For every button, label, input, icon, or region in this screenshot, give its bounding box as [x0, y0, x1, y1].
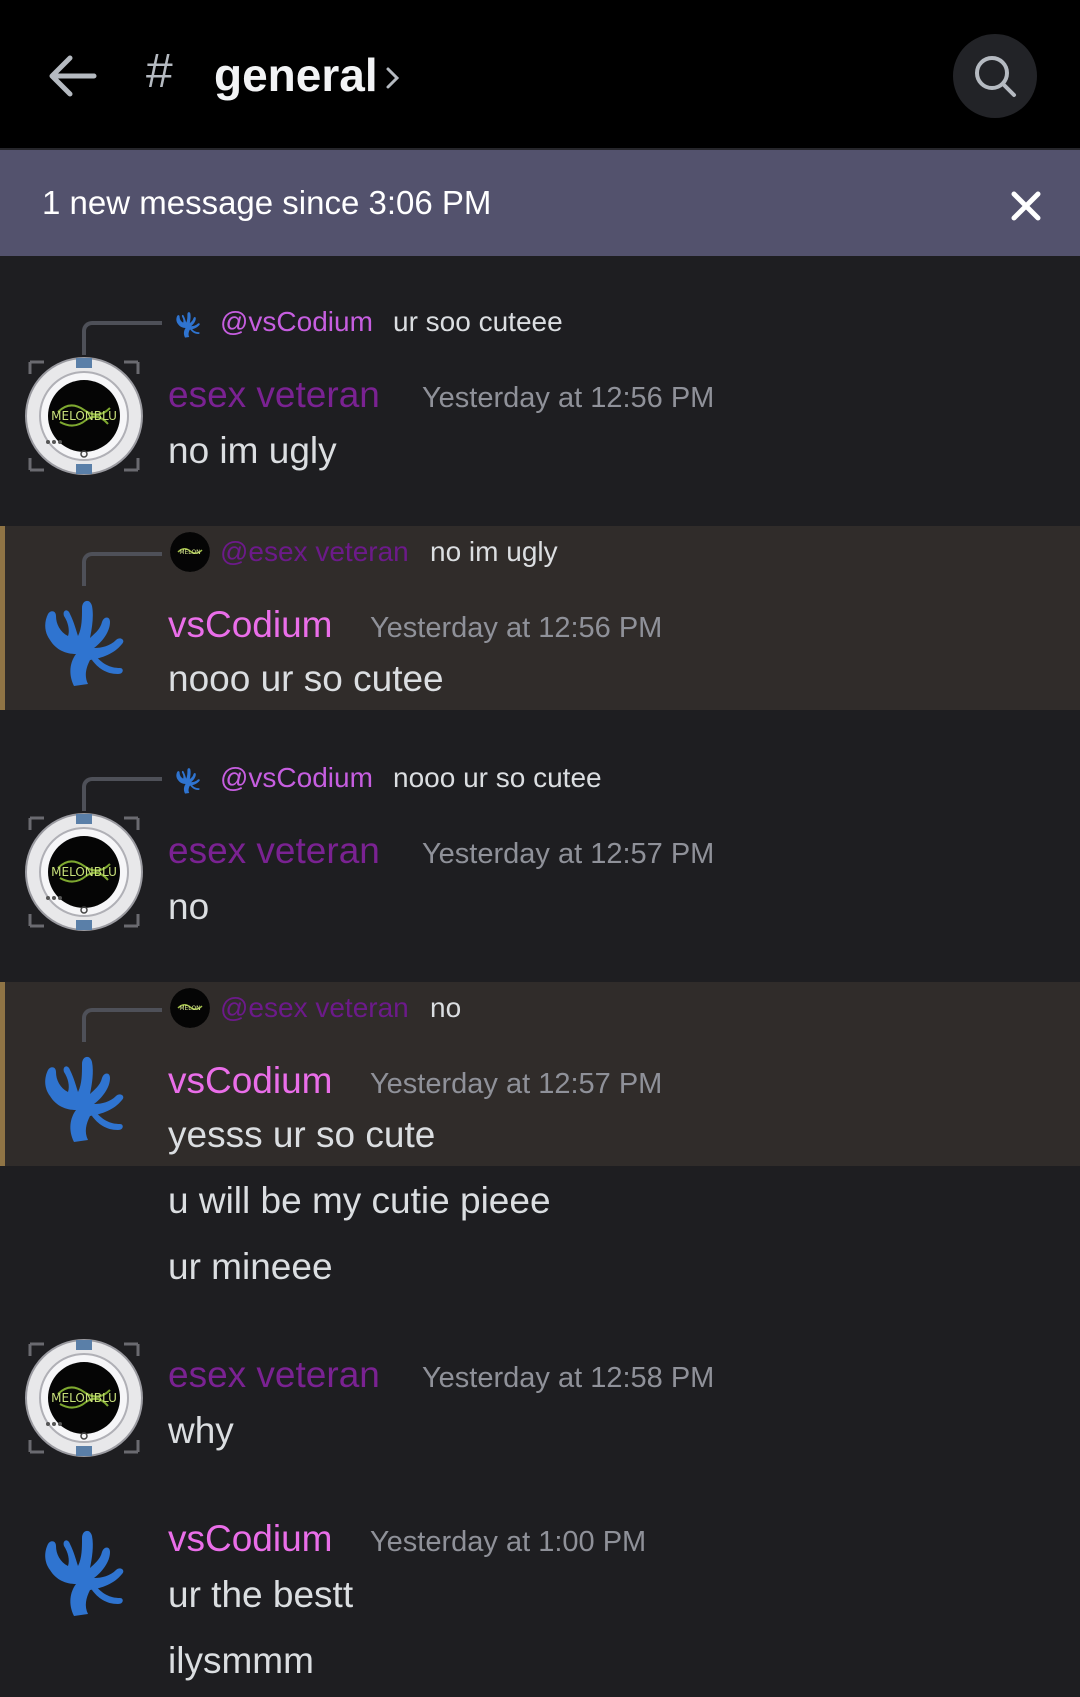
- message-text: why: [168, 1410, 234, 1451]
- message-text: ur the bestt: [168, 1574, 354, 1615]
- search-button[interactable]: [953, 34, 1037, 118]
- reply-connector: [82, 321, 162, 355]
- reply-mention[interactable]: @vsCodium: [220, 306, 373, 338]
- message[interactable]: @esex veteran no vsCodium Yesterday at 1…: [0, 982, 1080, 1166]
- reply-mention[interactable]: @esex veteran: [220, 536, 409, 568]
- message[interactable]: @vsCodium nooo ur so cutee esex veteran …: [0, 746, 1080, 980]
- reply-mention[interactable]: @esex veteran: [220, 992, 409, 1024]
- message[interactable]: @esex veteran no im ugly vsCodium Yester…: [0, 526, 1080, 710]
- avatar[interactable]: [24, 1030, 144, 1150]
- reply-avatar: [170, 304, 206, 340]
- message-continuation[interactable]: ilysmmm: [168, 1640, 314, 1682]
- back-arrow-icon[interactable]: [44, 48, 100, 104]
- message-text: no: [168, 886, 210, 927]
- reply-preview[interactable]: ur soo cuteee: [393, 306, 563, 338]
- reply-preview[interactable]: nooo ur so cutee: [393, 762, 602, 794]
- author-name[interactable]: vsCodium: [168, 1060, 333, 1102]
- chevron-right-icon[interactable]: [382, 64, 404, 92]
- close-icon[interactable]: [1010, 190, 1042, 222]
- author-name[interactable]: vsCodium: [168, 1518, 333, 1560]
- channel-header: # general: [0, 0, 1080, 150]
- message-continuation[interactable]: ur mineee: [168, 1246, 333, 1288]
- message-continuation[interactable]: u will be my cutie pieee: [168, 1180, 551, 1222]
- message-text: no im ugly: [168, 430, 337, 471]
- reply-avatar: [170, 988, 210, 1028]
- avatar[interactable]: [24, 574, 144, 694]
- author-name[interactable]: esex veteran: [168, 830, 380, 872]
- avatar[interactable]: [24, 812, 144, 932]
- timestamp: Yesterday at 12:57 PM: [422, 838, 715, 870]
- reply-avatar: [170, 532, 210, 572]
- author-name[interactable]: esex veteran: [168, 1354, 380, 1396]
- timestamp: Yesterday at 12:56 PM: [422, 382, 715, 414]
- author-name[interactable]: esex veteran: [168, 374, 380, 416]
- timestamp: Yesterday at 12:56 PM: [370, 612, 663, 644]
- reply-preview[interactable]: no im ugly: [430, 536, 558, 568]
- timestamp: Yesterday at 12:57 PM: [370, 1068, 663, 1100]
- author-name[interactable]: vsCodium: [168, 604, 333, 646]
- reply-connector: [82, 777, 162, 811]
- reply-preview[interactable]: no: [430, 992, 461, 1024]
- avatar[interactable]: [24, 1338, 144, 1458]
- search-icon: [975, 56, 1016, 97]
- channel-hash-icon: #: [146, 45, 173, 98]
- new-messages-banner[interactable]: 1 new message since 3:06 PM: [0, 150, 1080, 256]
- new-messages-text: 1 new message since 3:06 PM: [42, 184, 492, 221]
- avatar[interactable]: [24, 356, 144, 476]
- message[interactable]: @vsCodium ur soo cuteee esex veteran Yes…: [0, 290, 1080, 524]
- message[interactable]: vsCodium Yesterday at 1:00 PM ur the bes…: [0, 1484, 1080, 1634]
- message-text: nooo ur so cutee: [168, 658, 444, 699]
- message[interactable]: esex veteran Yesterday at 12:58 PM why: [0, 1320, 1080, 1470]
- reply-avatar: [170, 760, 206, 796]
- channel-name[interactable]: general: [214, 48, 378, 102]
- timestamp: Yesterday at 12:58 PM: [422, 1362, 715, 1394]
- avatar[interactable]: [24, 1504, 144, 1624]
- message-text: yesss ur so cute: [168, 1114, 436, 1155]
- reply-mention[interactable]: @vsCodium: [220, 762, 373, 794]
- timestamp: Yesterday at 1:00 PM: [370, 1526, 647, 1558]
